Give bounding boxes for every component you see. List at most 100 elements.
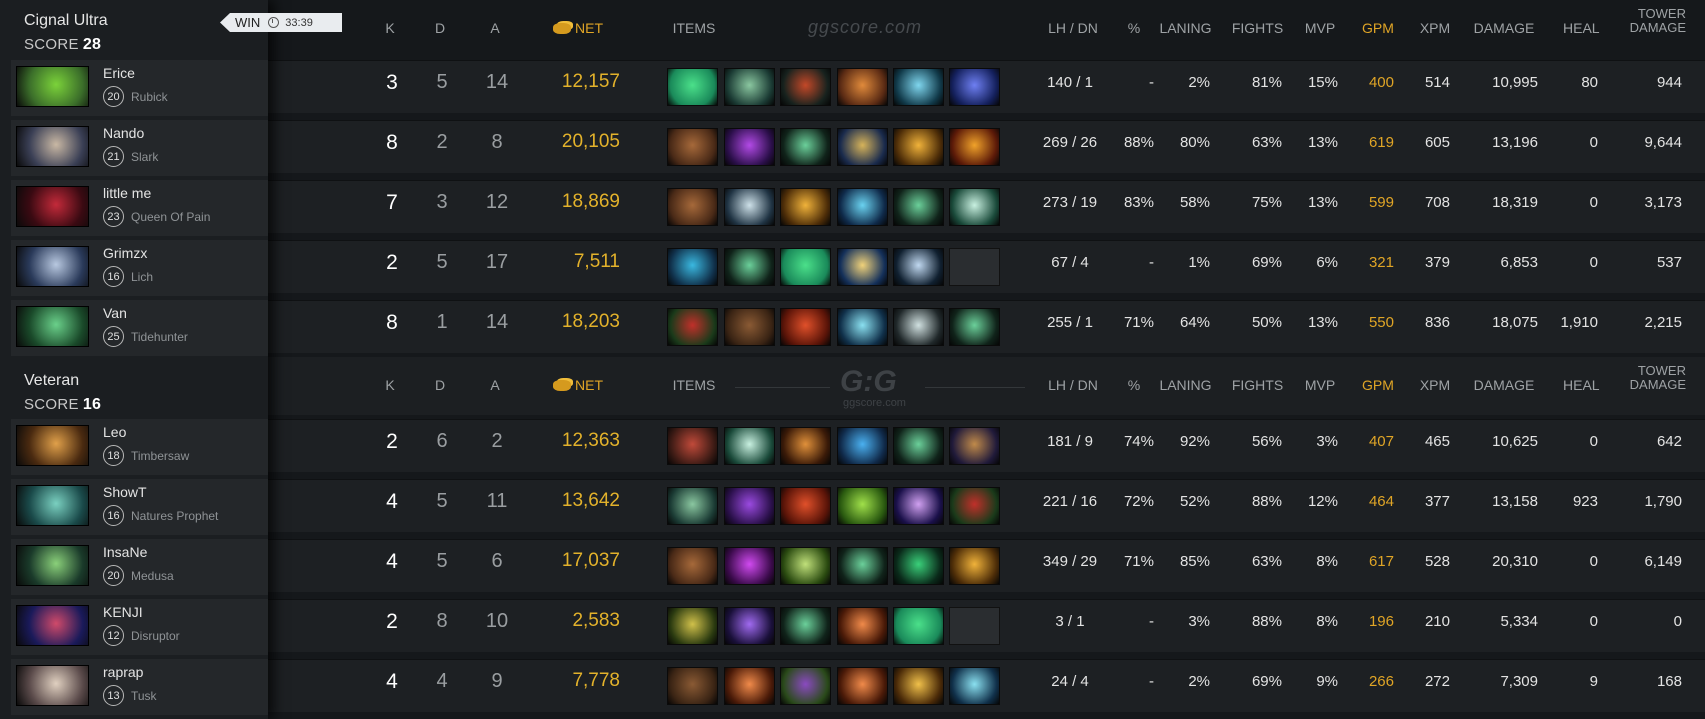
header-heal[interactable]: HEAL: [1563, 20, 1600, 36]
item-icon[interactable]: [949, 68, 1000, 106]
item-icon[interactable]: [837, 188, 888, 226]
player-name[interactable]: ShowT: [103, 484, 147, 500]
item-icon[interactable]: [780, 128, 831, 166]
item-icon[interactable]: [724, 547, 775, 585]
hero-portrait[interactable]: [16, 485, 89, 526]
hero-portrait[interactable]: [16, 665, 89, 706]
item-icon[interactable]: [780, 188, 831, 226]
item-icon[interactable]: [667, 607, 718, 645]
player-name[interactable]: Nando: [103, 125, 144, 141]
player-card[interactable]: Grimzx 16 Lich: [11, 240, 268, 296]
player-name[interactable]: Leo: [103, 424, 126, 440]
item-icon[interactable]: [667, 667, 718, 705]
player-card[interactable]: KENJI 12 Disruptor: [11, 599, 268, 655]
item-icon[interactable]: [780, 667, 831, 705]
item-icon[interactable]: [780, 248, 831, 286]
item-icon[interactable]: [893, 68, 944, 106]
item-icon[interactable]: [724, 128, 775, 166]
empty-item-slot[interactable]: [949, 607, 1000, 645]
player-card[interactable]: Van 25 Tidehunter: [11, 300, 268, 356]
header-gpm[interactable]: GPM: [1358, 377, 1398, 393]
item-icon[interactable]: [667, 308, 718, 346]
item-icon[interactable]: [780, 607, 831, 645]
item-icon[interactable]: [724, 487, 775, 525]
header-items[interactable]: ITEMS: [664, 20, 724, 36]
item-icon[interactable]: [949, 188, 1000, 226]
header-tower[interactable]: TOWER DAMAGE: [1622, 364, 1686, 392]
item-icon[interactable]: [949, 547, 1000, 585]
item-icon[interactable]: [667, 188, 718, 226]
player-name[interactable]: KENJI: [103, 604, 143, 620]
header-items[interactable]: ITEMS: [664, 377, 724, 393]
header-xpm[interactable]: XPM: [1418, 20, 1452, 36]
item-icon[interactable]: [893, 487, 944, 525]
hero-portrait[interactable]: [16, 605, 89, 646]
hero-portrait[interactable]: [16, 545, 89, 586]
header-net[interactable]: NET: [538, 377, 618, 393]
player-card[interactable]: Leo 18 Timbersaw: [11, 419, 268, 475]
header-laning[interactable]: LANING: [1158, 377, 1213, 393]
header-pct[interactable]: %: [1124, 377, 1144, 393]
item-icon[interactable]: [893, 547, 944, 585]
header-d[interactable]: D: [425, 20, 455, 36]
item-icon[interactable]: [837, 427, 888, 465]
item-icon[interactable]: [724, 308, 775, 346]
header-k[interactable]: K: [375, 377, 405, 393]
player-name[interactable]: Erice: [103, 65, 135, 81]
item-icon[interactable]: [949, 487, 1000, 525]
item-icon[interactable]: [724, 427, 775, 465]
empty-item-slot[interactable]: [949, 248, 1000, 286]
header-fights[interactable]: FIGHTS: [1230, 377, 1285, 393]
header-damage[interactable]: DAMAGE: [1472, 377, 1536, 393]
player-name[interactable]: raprap: [103, 664, 143, 680]
item-icon[interactable]: [949, 128, 1000, 166]
item-icon[interactable]: [837, 487, 888, 525]
header-fights[interactable]: FIGHTS: [1230, 20, 1285, 36]
item-icon[interactable]: [893, 308, 944, 346]
player-name[interactable]: InsaNe: [103, 544, 147, 560]
player-card[interactable]: Nando 21 Slark: [11, 120, 268, 176]
header-laning[interactable]: LANING: [1158, 20, 1213, 36]
item-icon[interactable]: [893, 667, 944, 705]
player-card[interactable]: ShowT 16 Natures Prophet: [11, 479, 268, 535]
player-name[interactable]: Grimzx: [103, 245, 147, 261]
item-icon[interactable]: [837, 308, 888, 346]
item-icon[interactable]: [780, 68, 831, 106]
header-damage[interactable]: DAMAGE: [1472, 20, 1536, 36]
item-icon[interactable]: [837, 248, 888, 286]
header-xpm[interactable]: XPM: [1418, 377, 1452, 393]
header-pct[interactable]: %: [1124, 20, 1144, 36]
header-d[interactable]: D: [425, 377, 455, 393]
player-card[interactable]: InsaNe 20 Medusa: [11, 539, 268, 595]
header-k[interactable]: K: [375, 20, 405, 36]
hero-portrait[interactable]: [16, 66, 89, 107]
item-icon[interactable]: [780, 308, 831, 346]
item-icon[interactable]: [724, 68, 775, 106]
item-icon[interactable]: [724, 667, 775, 705]
header-a[interactable]: A: [480, 20, 510, 36]
header-net[interactable]: NET: [538, 20, 618, 36]
item-icon[interactable]: [837, 128, 888, 166]
item-icon[interactable]: [724, 188, 775, 226]
player-card[interactable]: raprap 13 Tusk: [11, 659, 268, 715]
item-icon[interactable]: [667, 427, 718, 465]
item-icon[interactable]: [949, 308, 1000, 346]
header-heal[interactable]: HEAL: [1563, 377, 1600, 393]
header-mvp[interactable]: MVP: [1300, 20, 1340, 36]
header-lhdn[interactable]: LH / DN: [1038, 377, 1108, 393]
item-icon[interactable]: [724, 607, 775, 645]
player-card[interactable]: Erice 20 Rubick: [11, 60, 268, 116]
header-a[interactable]: A: [480, 377, 510, 393]
player-name[interactable]: little me: [103, 185, 151, 201]
item-icon[interactable]: [837, 68, 888, 106]
item-icon[interactable]: [724, 248, 775, 286]
item-icon[interactable]: [780, 487, 831, 525]
item-icon[interactable]: [780, 427, 831, 465]
item-icon[interactable]: [780, 547, 831, 585]
hero-portrait[interactable]: [16, 306, 89, 347]
item-icon[interactable]: [837, 547, 888, 585]
header-mvp[interactable]: MVP: [1300, 377, 1340, 393]
hero-portrait[interactable]: [16, 126, 89, 167]
item-icon[interactable]: [949, 427, 1000, 465]
item-icon[interactable]: [893, 188, 944, 226]
